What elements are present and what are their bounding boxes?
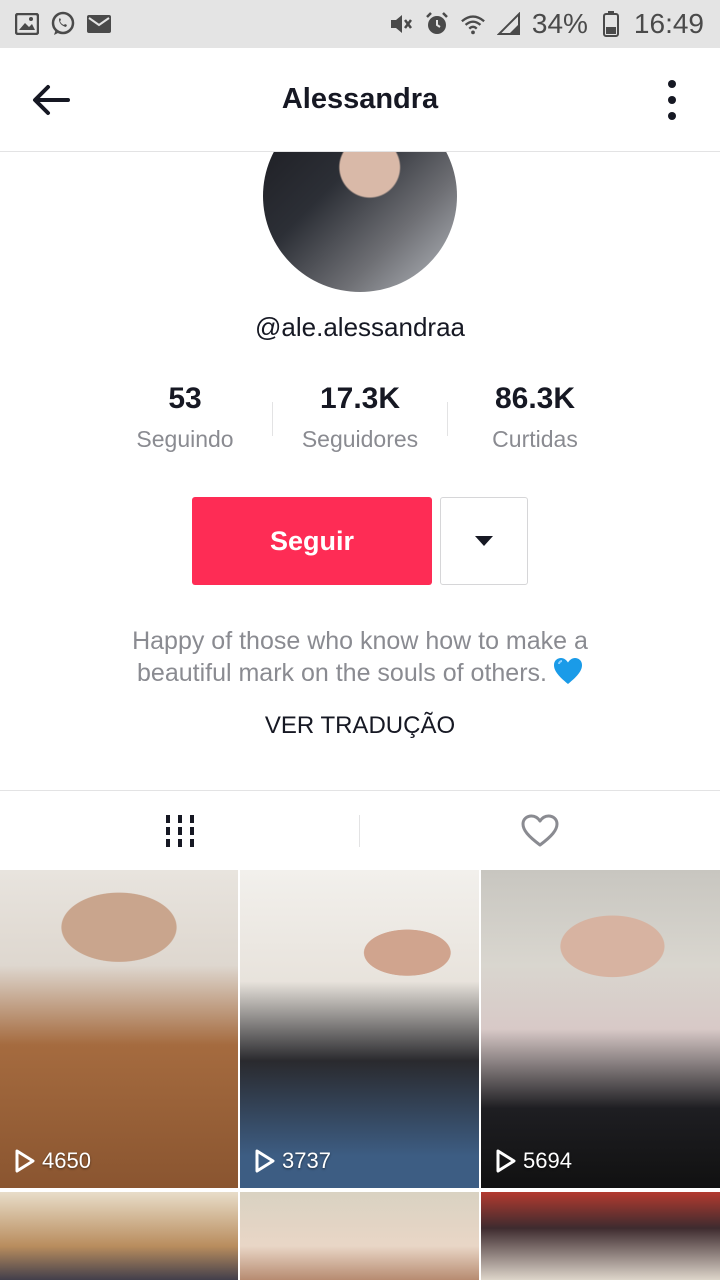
gallery-icon <box>14 11 40 37</box>
whatsapp-icon <box>50 11 76 37</box>
back-arrow-icon <box>33 85 70 115</box>
blue-heart-emoji-icon <box>553 658 582 684</box>
battery-icon <box>598 11 624 37</box>
mail-icon <box>86 11 112 37</box>
see-translation-link[interactable]: VER TRADUÇÃO <box>0 712 720 740</box>
video-thumbnail[interactable]: 4650 <box>0 870 238 1188</box>
stat-followers[interactable]: 17.3K Seguidores <box>273 380 447 460</box>
stat-following-value: 53 <box>168 382 202 415</box>
view-count-value: 3737 <box>282 1148 331 1173</box>
wifi-icon <box>460 11 486 37</box>
play-icon <box>15 1149 35 1173</box>
status-bar-right: 34% 16:49 <box>388 8 704 40</box>
video-thumbnail[interactable] <box>240 1192 479 1280</box>
profile-tabs <box>0 790 720 870</box>
follow-button[interactable]: Seguir <box>192 497 432 585</box>
battery-percent: 34% <box>531 8 588 39</box>
stat-following-label: Seguindo <box>136 426 234 452</box>
play-icon <box>255 1149 275 1173</box>
heart-icon <box>521 814 559 846</box>
stat-following[interactable]: 53 Seguindo <box>98 380 272 460</box>
tab-divider <box>359 815 360 847</box>
caret-down-icon <box>475 536 493 546</box>
video-thumbnail[interactable]: 5694 <box>481 870 720 1188</box>
profile-stats: 53 Seguindo 17.3K Seguidores 86.3K Curti… <box>98 380 622 460</box>
video-thumbnail[interactable] <box>0 1192 238 1280</box>
more-vertical-icon <box>668 80 676 120</box>
view-count-value: 5694 <box>523 1148 572 1173</box>
stat-likes-value: 86.3K <box>494 382 576 415</box>
view-count: 5694 <box>495 1148 572 1174</box>
stat-likes-label: Curtidas <box>492 426 578 452</box>
signal-icon <box>496 11 522 37</box>
stat-followers-label: Seguidores <box>301 426 419 452</box>
tab-videos[interactable] <box>0 791 360 870</box>
more-options-button[interactable] <box>664 78 680 122</box>
stat-followers-value: 17.3K <box>319 382 401 415</box>
bio-line-2-wrap: beautiful mark on the souls of others. <box>60 657 660 689</box>
mute-icon <box>388 11 414 37</box>
video-thumbnail[interactable] <box>481 1192 720 1280</box>
alarm-icon <box>424 11 450 37</box>
video-grid: 4650 3737 5694 <box>0 870 720 1280</box>
view-count: 3737 <box>254 1148 331 1174</box>
grid-icon <box>166 814 194 847</box>
top-bar: Alessandra <box>0 48 720 152</box>
bio-line-1: Happy of those who know how to make a <box>132 627 588 655</box>
profile-bio: Happy of those who know how to make a be… <box>60 625 660 689</box>
view-count: 4650 <box>14 1148 91 1174</box>
status-bar-left <box>14 11 112 37</box>
view-count-value: 4650 <box>42 1148 91 1173</box>
video-thumbnail[interactable]: 3737 <box>240 870 479 1188</box>
status-bar: 34% 16:49 <box>0 0 720 48</box>
bio-line-2: beautiful mark on the souls of others. <box>137 659 547 687</box>
stat-likes[interactable]: 86.3K Curtidas <box>448 380 622 460</box>
tab-liked[interactable] <box>360 791 720 870</box>
clock: 16:49 <box>633 8 704 39</box>
suggestions-dropdown-button[interactable] <box>440 497 528 585</box>
back-button[interactable] <box>30 82 74 118</box>
page-title: Alessandra <box>281 83 439 115</box>
play-icon <box>496 1149 516 1173</box>
profile-username: @ale.alessandraa <box>255 312 465 342</box>
